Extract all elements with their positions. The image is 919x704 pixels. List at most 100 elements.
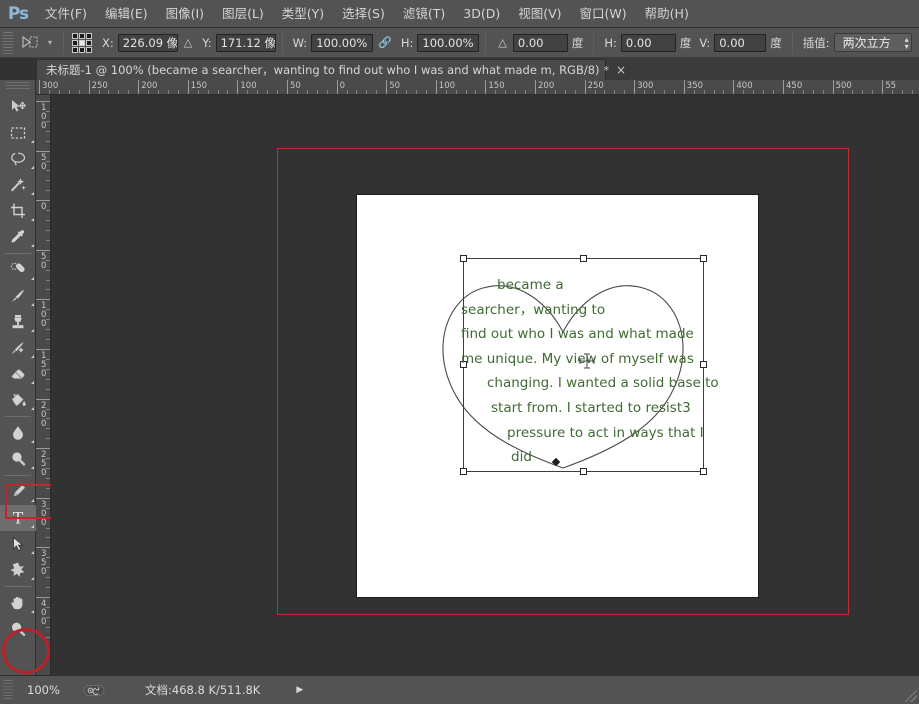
tool-flyout-corner-icon [31, 244, 34, 247]
menu-layer[interactable]: 图层(L) [213, 0, 273, 28]
menu-select[interactable]: 选择(S) [333, 0, 394, 28]
brush-tool[interactable] [0, 283, 36, 309]
ruler-label: 50 [290, 82, 301, 91]
skew-v-label: V: [699, 36, 710, 50]
zoom-tool[interactable] [0, 616, 36, 642]
handle-top-left[interactable] [460, 255, 467, 262]
document-tab[interactable]: 未标题-1 @ 100% (became a searcher，wanting … [36, 59, 606, 80]
tool-preset-chevron-down-icon[interactable]: ▾ [43, 32, 57, 54]
ruler-label: 350 [39, 550, 48, 577]
clone-stamp-tool[interactable] [0, 309, 36, 335]
ruler-label: 200 [538, 82, 554, 91]
menu-view[interactable]: 视图(V) [509, 0, 570, 28]
menu-window[interactable]: 窗口(W) [571, 0, 636, 28]
x-label: X: [102, 36, 114, 50]
magic-wand-tool[interactable] [0, 172, 36, 198]
skew-v-unit: 度 [770, 35, 782, 51]
tool-flyout-corner-icon [31, 407, 34, 410]
marquee-tool[interactable] [0, 120, 36, 146]
paint-bucket-tool[interactable] [0, 387, 36, 413]
options-divider-4 [593, 32, 594, 54]
spot-healing-brush-tool[interactable] [0, 257, 36, 283]
delta-icon: △ [184, 36, 192, 49]
width-input[interactable]: 100.00% [311, 34, 373, 52]
skew-v-input[interactable]: 0.00 [714, 34, 766, 52]
menu-help[interactable]: 帮助(H) [636, 0, 698, 28]
menu-3d[interactable]: 3D(D) [454, 0, 509, 28]
svg-text:T: T [13, 510, 24, 528]
menu-filter[interactable]: 滤镜(T) [394, 0, 454, 28]
menu-image[interactable]: 图像(I) [157, 0, 213, 28]
crop-tool[interactable] [0, 198, 36, 224]
skew-h-label: H: [604, 36, 617, 50]
ruler-label: 350 [687, 82, 703, 91]
menu-type[interactable]: 类型(Y) [273, 0, 333, 28]
rotation-unit: 度 [572, 35, 584, 51]
ruler-label: 100 [39, 302, 48, 329]
ruler-label: 300 [42, 82, 58, 91]
window-resize-grip[interactable] [905, 690, 917, 702]
menu-bar: Ps 文件(F) 编辑(E) 图像(I) 图层(L) 类型(Y) 选择(S) 滤… [0, 0, 919, 28]
document-modified-marker: * [604, 64, 610, 77]
y-input[interactable]: 171.12 像素 [216, 34, 276, 52]
move-tool[interactable] [0, 94, 36, 120]
link-chain-icon[interactable]: 🔗 [378, 36, 392, 49]
lasso-tool[interactable] [0, 146, 36, 172]
options-bar-grip[interactable] [3, 32, 13, 54]
vertical-ruler: 10050050100150200250300350400 [36, 95, 51, 675]
document-tab-title: 未标题-1 @ 100% (became a searcher，wanting … [46, 62, 600, 78]
3d-axis-icon[interactable] [83, 684, 105, 697]
artboard-canvas[interactable]: became a searcher，wanting to find out wh… [357, 195, 758, 597]
handle-top-center[interactable] [580, 255, 587, 262]
ruler-label: 150 [39, 352, 48, 379]
height-input[interactable]: 100.00% [417, 34, 479, 52]
eraser-tool[interactable] [0, 361, 36, 387]
tool-flyout-corner-icon [31, 166, 34, 169]
dodge-tool[interactable] [0, 446, 36, 472]
options-divider-3 [485, 32, 486, 54]
height-label: H: [401, 36, 414, 50]
ruler-label: 400 [39, 600, 48, 627]
menu-edit[interactable]: 编辑(E) [96, 0, 157, 28]
text-line: became a [461, 273, 711, 298]
ruler-label: 100 [439, 82, 455, 91]
tool-flyout-corner-icon [31, 466, 34, 469]
text-line: changing. I wanted a solid base to [461, 371, 711, 396]
close-icon[interactable]: × [616, 63, 626, 77]
rotate-angle-icon: △ [498, 36, 506, 49]
pen-tool[interactable] [0, 479, 36, 505]
ruler-label: 450 [786, 82, 802, 91]
x-input[interactable]: 226.09 像素 [118, 34, 178, 52]
handle-top-right[interactable] [700, 255, 707, 262]
blur-tool[interactable] [0, 420, 36, 446]
history-brush-tool[interactable] [0, 335, 36, 361]
y-label: Y: [202, 36, 211, 50]
ruler-label: 100 [240, 82, 256, 91]
zoom-level[interactable]: 100% [27, 683, 79, 697]
tool-flyout-corner-icon [31, 140, 34, 143]
options-bar: ▾ X: 226.09 像素 △ Y: 171.12 像素 W: 100.00%… [0, 28, 919, 58]
rotation-input[interactable]: 0.00 [513, 34, 568, 52]
tool-flyout-corner-icon [31, 192, 34, 195]
hand-tool[interactable] [0, 590, 36, 616]
skew-h-input[interactable]: 0.00 [621, 34, 676, 52]
select-arrows-icon: ▴▾ [905, 36, 909, 50]
custom-shape-tool[interactable] [0, 557, 36, 583]
canvas-area[interactable]: became a searcher，wanting to find out wh… [51, 95, 919, 675]
width-label: W: [293, 36, 308, 50]
menu-file[interactable]: 文件(F) [36, 0, 96, 28]
active-tool-icon[interactable] [17, 32, 43, 54]
tools-panel-grip[interactable] [6, 82, 30, 91]
options-divider-5 [792, 32, 793, 54]
interpolation-select[interactable]: 两次立方 ▴▾ [834, 33, 912, 52]
type-tool[interactable]: T [0, 505, 36, 531]
status-expand-arrow-icon[interactable]: ▶ [296, 685, 303, 695]
reference-point-selector[interactable] [72, 33, 92, 53]
text-layer[interactable]: became a searcher，wanting to find out wh… [461, 273, 711, 470]
ruler-label: 300 [39, 501, 48, 528]
text-line: pressure to act in ways that I [461, 421, 711, 446]
tool-flyout-corner-icon [31, 329, 34, 332]
eyedropper-tool[interactable] [0, 224, 36, 250]
path-selection-tool[interactable] [0, 531, 36, 557]
ruler-label: 100 [39, 104, 48, 131]
